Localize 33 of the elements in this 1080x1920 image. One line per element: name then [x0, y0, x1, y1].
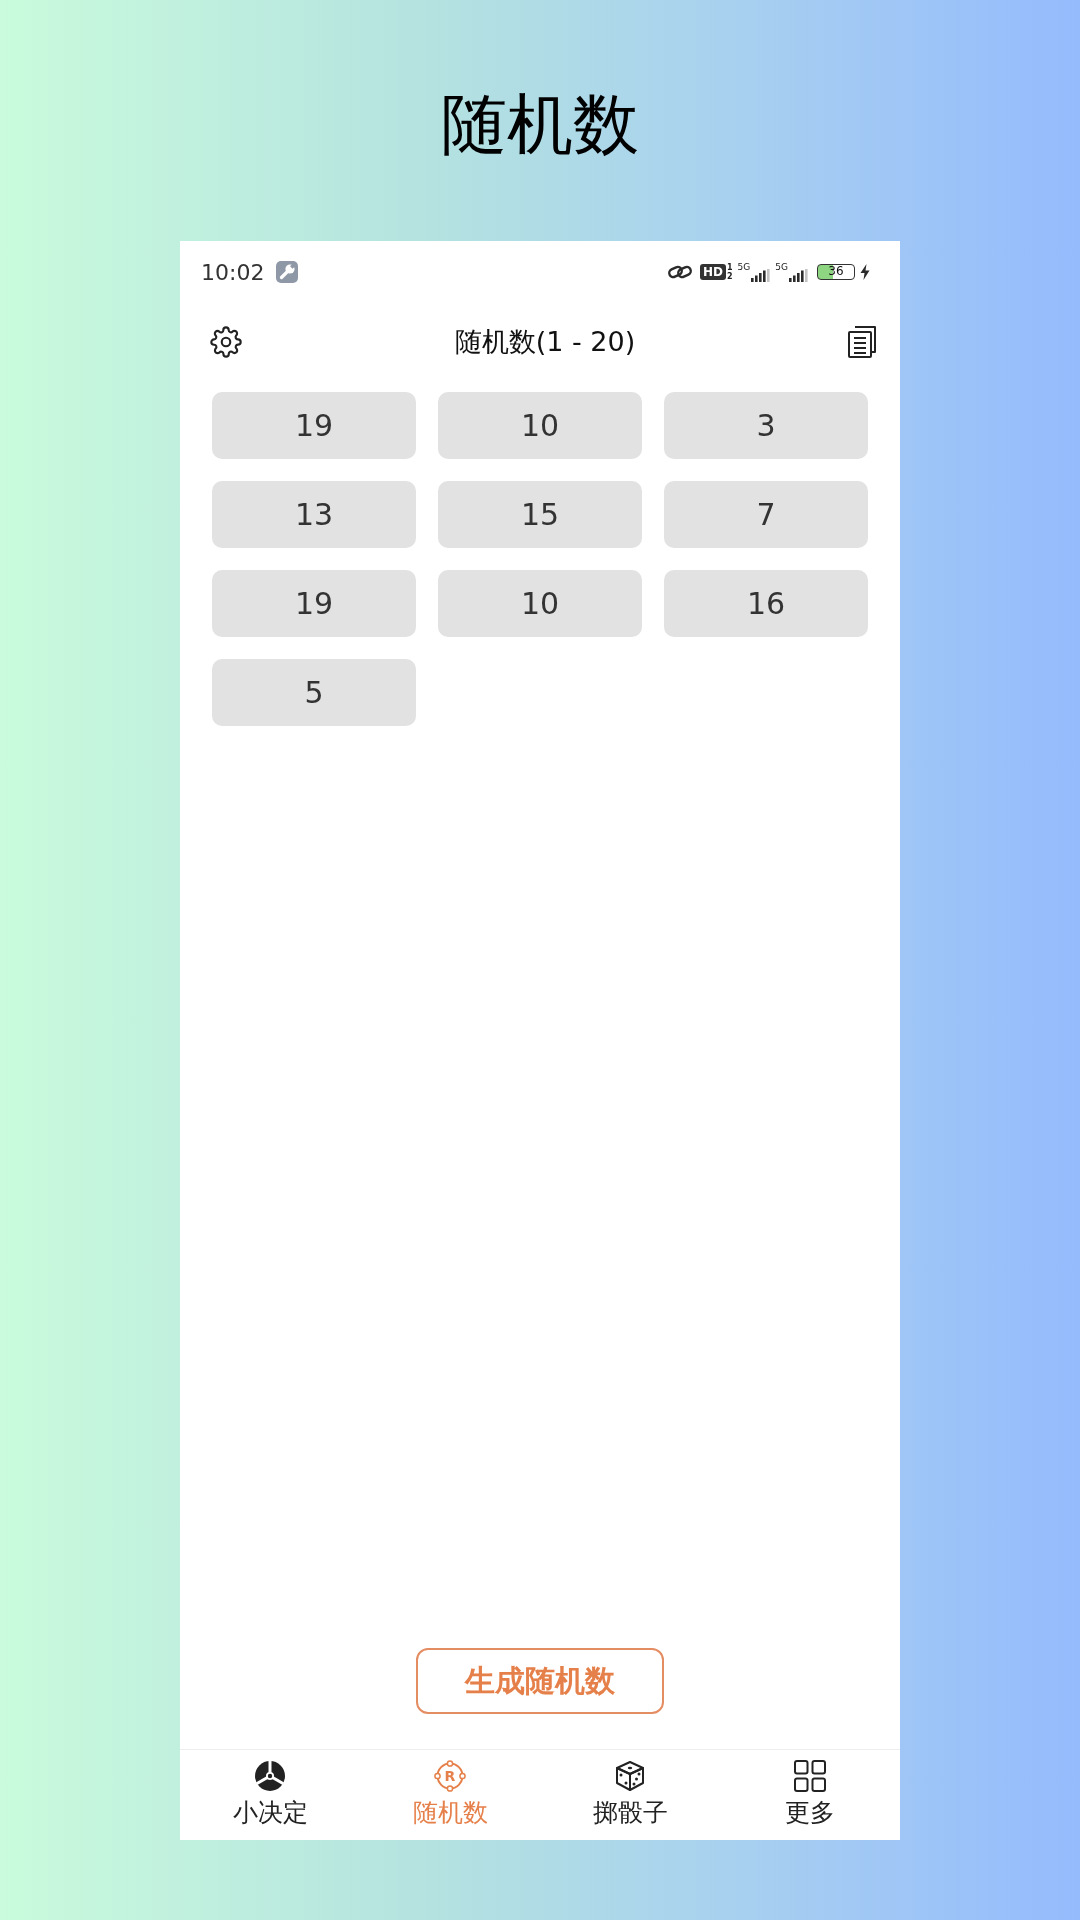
sim-digit: 1	[727, 263, 733, 272]
result-tile: 13	[212, 481, 416, 548]
result-tile: 7	[664, 481, 868, 548]
screen-title: 随机数(1 - 20)	[454, 325, 636, 359]
network-type-label: 5G	[775, 262, 788, 272]
hd-indicator: HD	[700, 264, 726, 280]
result-tile: 15	[438, 481, 642, 548]
dice-icon	[614, 1760, 646, 1792]
network-type-label: 5G	[737, 262, 751, 272]
battery-indicator: 36	[817, 264, 855, 280]
documents-icon[interactable]	[848, 326, 876, 358]
signal-icon	[789, 269, 808, 282]
signal-icon	[751, 269, 771, 282]
result-tile: 16	[664, 570, 868, 637]
link-icon	[667, 263, 693, 281]
result-tile: 5	[212, 659, 416, 726]
grid-icon	[794, 1760, 826, 1792]
wrench-icon	[276, 261, 299, 283]
result-tile: 10	[438, 392, 642, 459]
radiation-icon	[254, 1760, 286, 1792]
settings-icon[interactable]	[210, 326, 242, 358]
result-tile: 19	[212, 570, 416, 637]
sim-digit: 2	[727, 272, 733, 281]
nav-tab[interactable]: 小决定	[232, 1750, 308, 1840]
result-tile: 19	[212, 392, 416, 459]
result-tile: 3	[664, 392, 868, 459]
letter-circle-icon: R	[434, 1760, 466, 1792]
nav-tab[interactable]: 掷骰子	[592, 1750, 668, 1840]
charging-bolt-icon	[860, 264, 870, 280]
status-time: 10:02	[201, 259, 265, 285]
result-tile: 10	[438, 570, 642, 637]
page-heading: 随机数	[441, 85, 639, 162]
nav-tab[interactable]: 更多	[785, 1750, 835, 1840]
